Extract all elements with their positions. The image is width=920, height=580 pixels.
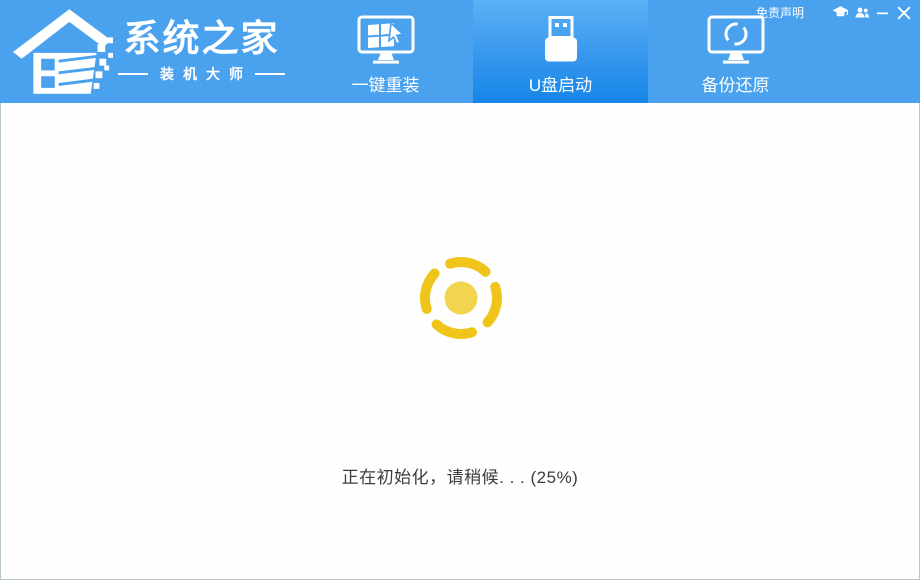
close-button[interactable] (893, 2, 914, 23)
status-message: 正在初始化，请稍候. . . (25%) (1, 463, 919, 488)
house-logo-icon (12, 5, 114, 95)
header: 系统之家 装机大师 (0, 0, 920, 103)
monitor-windows-cursor-icon (355, 15, 417, 65)
titlebar-controls: 免责声明 (756, 0, 920, 25)
tab-label: 一键重装 (352, 71, 420, 96)
tab-usb-boot[interactable]: U盘启动 (473, 0, 648, 103)
subtitle-dash-right (255, 73, 285, 75)
user-group-icon[interactable] (851, 2, 872, 23)
tab-one-key-reinstall[interactable]: 一键重装 (298, 0, 473, 103)
brand-name: 系统之家 (124, 17, 280, 61)
tab-label: U盘启动 (529, 71, 592, 96)
minimize-button[interactable] (872, 2, 893, 23)
usb-drive-icon (535, 15, 587, 65)
tab-bar: 一键重装 U盘启动 备份还原 (298, 0, 823, 103)
main-content: 正在初始化，请稍候. . . (25%) (0, 103, 920, 580)
brand-subtitle-text: 装机大师 (160, 64, 252, 84)
brand-subtitle: 装机大师 (118, 64, 285, 84)
brand-logo: 系统之家 装机大师 (12, 5, 285, 95)
tab-label: 备份还原 (702, 71, 770, 96)
loading-spinner-icon (415, 252, 507, 344)
disclaimer-link[interactable]: 免责声明 (756, 4, 804, 21)
app-window: 系统之家 装机大师 (0, 0, 920, 580)
subtitle-dash-left (118, 73, 148, 75)
customer-service-icon[interactable] (830, 2, 851, 23)
brand-text: 系统之家 装机大师 (118, 17, 285, 84)
